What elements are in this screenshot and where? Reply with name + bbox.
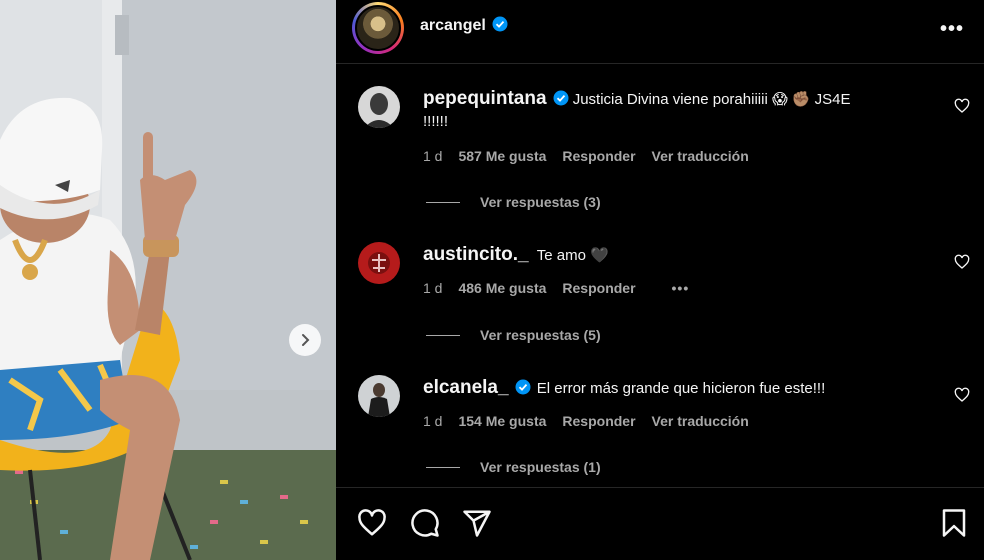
commenter-avatar[interactable] (358, 375, 400, 417)
photo-illustration (0, 0, 336, 560)
comment-text: Te amo 🖤 (536, 247, 609, 264)
comment-text: Justicia Divina viene porahiiiii 😱 ✊🏽 JS… (572, 91, 851, 108)
comment-time: 1 d (423, 413, 443, 429)
post-header: arcangel ••• (336, 0, 984, 64)
comment-likes[interactable]: 587 Me gusta (458, 148, 546, 164)
comment-time: 1 d (423, 148, 443, 164)
view-replies-button[interactable]: Ver respuestas (5) (426, 327, 601, 343)
see-translation-button[interactable]: Ver traducción (652, 413, 749, 429)
comment-text: El error más grande que hicieron fue est… (536, 380, 826, 397)
see-translation-button[interactable]: Ver traducción (652, 148, 749, 164)
verified-badge-icon (515, 379, 531, 395)
heart-icon[interactable] (357, 508, 387, 538)
comment-username[interactable]: pepequintana (423, 88, 547, 109)
commenter-avatar[interactable] (358, 242, 400, 284)
comment-meta: 1 d 587 Me gusta Responder Ver traducció… (423, 148, 749, 164)
chevron-right-icon (302, 334, 310, 346)
post-photo (0, 0, 336, 560)
comment-likes[interactable]: 486 Me gusta (458, 280, 546, 296)
comment-body: elcanela_ El error más grande que hicier… (423, 377, 933, 400)
view-replies-button[interactable]: Ver respuestas (3) (426, 194, 601, 210)
comment-username[interactable]: elcanela_ (423, 377, 509, 398)
reply-button[interactable]: Responder (562, 413, 635, 429)
comments-panel: arcangel ••• pepequintana Justicia Divin… (336, 0, 984, 560)
commenter-avatar[interactable] (358, 86, 400, 128)
comment-likes[interactable]: 154 Me gusta (458, 413, 546, 429)
more-options-button[interactable]: ••• (940, 18, 964, 41)
comment-username[interactable]: austincito._ (423, 244, 529, 265)
reply-button[interactable]: Responder (562, 280, 635, 296)
bookmark-icon[interactable] (939, 508, 969, 538)
reply-button[interactable]: Responder (562, 148, 635, 164)
comment-meta: 1 d 154 Me gusta Responder Ver traducció… (423, 413, 749, 429)
comment-meta: 1 d 486 Me gusta Responder ••• (423, 280, 689, 296)
view-replies-label: Ver respuestas (3) (480, 194, 601, 210)
view-replies-label: Ver respuestas (5) (480, 327, 601, 343)
comment-icon[interactable] (410, 508, 440, 538)
like-comment-heart-icon[interactable] (954, 98, 970, 114)
verified-badge-icon (492, 16, 508, 32)
replies-divider (426, 201, 460, 203)
comment-options-button[interactable]: ••• (672, 280, 690, 296)
author-avatar[interactable] (352, 2, 404, 54)
comment-time: 1 d (423, 280, 443, 296)
verified-badge-icon (553, 90, 569, 106)
view-replies-button[interactable]: Ver respuestas (1) (426, 459, 601, 475)
replies-divider (426, 334, 460, 336)
author-username[interactable]: arcangel (420, 17, 486, 34)
replies-divider (426, 466, 460, 468)
like-comment-heart-icon[interactable] (954, 387, 970, 403)
view-replies-label: Ver respuestas (1) (480, 459, 601, 475)
author-name[interactable]: arcangel (420, 16, 508, 35)
post-action-bar (336, 487, 984, 560)
like-comment-heart-icon[interactable] (954, 254, 970, 270)
comment-body: pepequintana Justicia Divina viene porah… (423, 88, 933, 133)
next-photo-button[interactable] (289, 324, 321, 356)
comment-text-continued: !!!!!! (423, 113, 449, 130)
comment-body: austincito._ Te amo 🖤 (423, 244, 933, 267)
share-icon[interactable] (462, 508, 492, 538)
